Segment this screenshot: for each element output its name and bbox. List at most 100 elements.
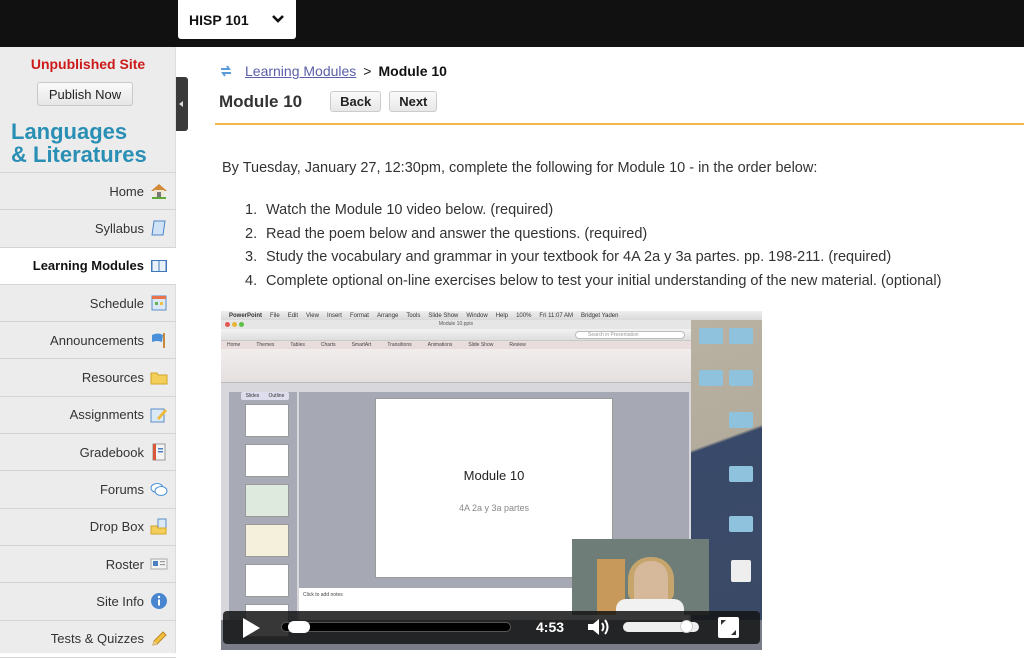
site-status: Unpublished Site: [30, 56, 146, 72]
sync-icon: [221, 65, 231, 77]
sidebar-item-syllabus[interactable]: Syllabus: [0, 210, 176, 248]
video-time: 4:53: [536, 619, 565, 635]
sidebar-item-resources[interactable]: Resources: [0, 359, 176, 397]
syllabus-icon: [151, 220, 166, 236]
video-slide-title: Module 10: [463, 468, 525, 483]
home-icon: [151, 184, 167, 200]
breadcrumb: Learning Modules > Module 10: [219, 63, 447, 79]
brand-line2: & Literatures: [11, 142, 147, 167]
video-menubar-item: Window: [466, 312, 488, 319]
site-selector[interactable]: HISP 101: [178, 0, 296, 39]
video-search-box: Search in Presentation: [575, 331, 685, 339]
video-webcam-overlay: [572, 539, 709, 615]
video-menubar-item: Slide Show: [428, 312, 459, 319]
edit-icon: [150, 408, 167, 423]
sidebar-item-label: Roster: [105, 556, 144, 572]
sidebar-item-label: Resources: [81, 370, 144, 386]
gradebook-icon: [152, 443, 166, 461]
video-ribbon-tab: Transitions: [387, 342, 412, 348]
title-row: Module 10 Back Next: [219, 91, 445, 112]
fullscreen-button[interactable]: [718, 617, 739, 638]
video-menubar-item: 100%: [516, 312, 532, 319]
sidebar-item-label: Drop Box: [89, 519, 144, 535]
video-player[interactable]: PowerPoint File Edit View Insert Format Arrang…: [221, 311, 762, 650]
seek-handle[interactable]: [288, 621, 311, 633]
sidebar-item-label: Home: [109, 183, 144, 199]
sidebar-item-label: Announcements: [50, 332, 144, 348]
sidebar-item-home[interactable]: Home: [0, 173, 176, 211]
sidebar-item-learning-modules[interactable]: Learning Modules: [0, 247, 176, 285]
video-menubar-item: Insert: [326, 312, 342, 319]
sidebar-item-schedule[interactable]: Schedule: [0, 285, 176, 323]
play-button[interactable]: [243, 618, 260, 638]
sidebar-item-tests-quizzes[interactable]: Tests & Quizzes: [0, 621, 176, 658]
breadcrumb-separator: >: [363, 63, 372, 79]
sidebar-item-assignments[interactable]: Assignments: [0, 397, 176, 435]
video-menubar-item: File: [270, 312, 280, 319]
calendar-icon: [151, 295, 167, 311]
slide-thumbnail: [245, 564, 289, 597]
pencil-icon: [152, 630, 167, 646]
video-menubar-item: Edit: [287, 312, 299, 319]
intro-text: By Tuesday, January 27, 12:30pm, complet…: [222, 160, 818, 176]
back-button[interactable]: Back: [330, 91, 382, 112]
task-item: 1. Watch the Module 10 video below. (requ…: [245, 202, 554, 218]
task-item: 3. Study the vocabulary and grammar in yo…: [245, 249, 892, 265]
brand-line1: Languages: [11, 119, 128, 144]
top-bar: HISP 101: [0, 0, 1024, 47]
department-logo: Languages & Literatures: [11, 120, 147, 166]
book-icon: [151, 259, 167, 272]
video-file-name: Module 10.pptx: [438, 321, 474, 327]
volume-slider[interactable]: [623, 620, 699, 633]
info-icon: [151, 593, 167, 610]
roster-icon: [150, 558, 168, 570]
video-ribbon-tab: SmartArt: [351, 342, 372, 348]
slide-thumbnail: [245, 404, 289, 437]
title-divider: [215, 123, 1024, 125]
sidebar-item-label: Forums: [99, 482, 144, 498]
sidebar-collapse-handle[interactable]: [176, 77, 188, 131]
task-item: 4. Complete optional on-line exercises be…: [245, 272, 942, 289]
sidebar-item-label: Learning Modules: [32, 258, 144, 274]
publish-now-button[interactable]: Publish Now: [37, 82, 133, 106]
task-list: 1. Watch the Module 10 video below. (requ…: [245, 200, 941, 294]
video-menubar-item: Fri 11:07 AM: [539, 312, 573, 319]
video-ribbon-tabs: Home Themes Tables Charts SmartArt Transition…: [221, 341, 691, 349]
task-item: 2. Read the poem below and answer the que…: [245, 225, 648, 242]
video-menubar-item: PowerPoint: [229, 312, 263, 319]
sidebar-item-label: Syllabus: [94, 220, 144, 236]
video-ribbon-tab: Animations: [427, 342, 453, 348]
seek-bar[interactable]: [281, 621, 511, 633]
sidebar-item-announcements[interactable]: Announcements: [0, 322, 176, 360]
slide-thumbnail: [245, 444, 289, 477]
slide-thumbnail: [245, 524, 289, 557]
video-menubar-item: Format: [349, 312, 369, 319]
video-controls: 4:53: [223, 611, 760, 644]
sidebar-item-drop-box[interactable]: Drop Box: [0, 509, 176, 546]
video-ribbon-tab: Home: [227, 342, 241, 348]
sidebar: Unpublished Site Publish Now Languages &…: [0, 47, 176, 658]
video-ribbon-tab: Tables: [290, 342, 305, 348]
volume-handle[interactable]: [679, 620, 693, 633]
sidebar-item-label: Gradebook: [79, 444, 144, 460]
video-menubar-item: Help: [495, 312, 509, 319]
sidebar-item-forums[interactable]: Forums: [0, 471, 176, 509]
sidebar-item-label: Assignments: [69, 407, 144, 423]
sidebar-item-site-info[interactable]: Site Info: [0, 583, 176, 621]
dropbox-icon: [150, 518, 167, 535]
sidebar-nav: Home Syllabus Learning Modules Schedule …: [0, 172, 176, 658]
breadcrumb-learning-modules-link[interactable]: Learning Modules: [245, 63, 356, 79]
sidebar-item-roster[interactable]: Roster: [0, 546, 176, 584]
breadcrumb-current: Module 10: [378, 63, 447, 79]
video-menubar-item: Bridget Yaden: [581, 312, 619, 319]
chevron-down-icon: [272, 15, 284, 23]
volume-icon[interactable]: [586, 617, 612, 637]
video-menubar-item: Arrange: [376, 312, 399, 319]
video-frame-menubar: PowerPoint File Edit View Insert Format Arrang…: [221, 311, 762, 320]
site-name: HISP 101: [189, 11, 249, 28]
video-ribbon-tab: Themes: [256, 342, 275, 348]
next-button[interactable]: Next: [389, 91, 438, 112]
page-title: Module 10: [219, 91, 303, 111]
video-ribbon-tab: Slide Show: [468, 342, 494, 348]
sidebar-item-gradebook[interactable]: Gradebook: [0, 434, 176, 472]
